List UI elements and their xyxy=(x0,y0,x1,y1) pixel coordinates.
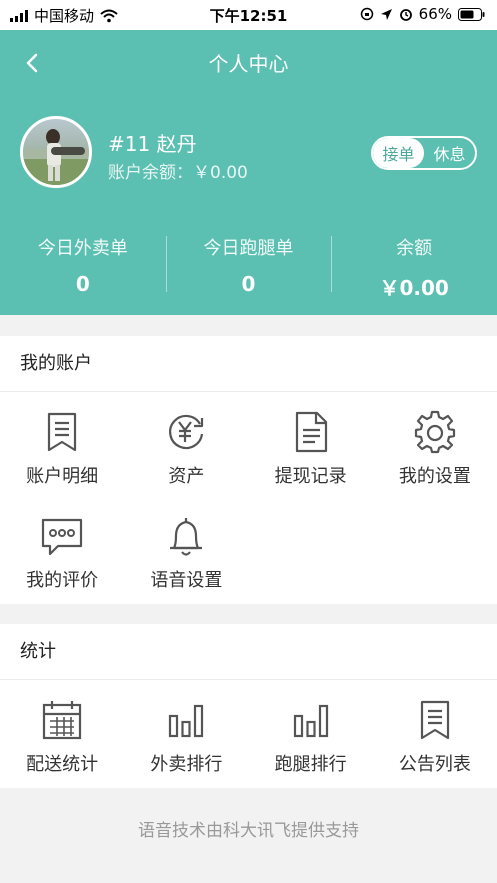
item-label: 语音设置 xyxy=(150,570,223,591)
assets-button[interactable]: 资产 xyxy=(124,392,248,496)
footer-note: 语音技术由科大讯飞提供支持 xyxy=(138,821,359,841)
stat-label: 今日跑腿单 xyxy=(203,238,294,259)
status-bar: 中国移动 下午12:51 66% xyxy=(0,0,497,30)
my-reviews-button[interactable]: 我的评价 xyxy=(0,496,124,600)
item-label: 我的设置 xyxy=(398,466,471,487)
statistics-section: 统计 配送统计 外卖排行 跑腿排行 公告列表 xyxy=(0,624,497,788)
bell-icon xyxy=(170,518,203,556)
toggle-accept-orders[interactable]: 接单 xyxy=(373,138,424,168)
document-icon xyxy=(295,411,327,453)
gear-icon xyxy=(414,410,455,454)
section-title: 统计 xyxy=(0,624,497,680)
status-right: 66% xyxy=(360,5,485,23)
withdrawal-records-button[interactable]: 提现记录 xyxy=(249,392,373,496)
stat-value: 0 xyxy=(75,272,90,296)
item-label: 配送统计 xyxy=(26,754,99,775)
user-name: #11 赵丹 xyxy=(108,132,197,156)
stat-takeout-today[interactable]: 今日外卖单 0 xyxy=(0,228,166,298)
item-label: 资产 xyxy=(168,466,205,487)
calendar-icon xyxy=(43,701,82,740)
bar-chart-icon xyxy=(293,704,328,738)
bookmark-list-icon xyxy=(420,700,449,740)
my-settings-button[interactable]: 我的设置 xyxy=(373,392,497,496)
rotation-lock-icon xyxy=(360,7,373,21)
battery-label: 66% xyxy=(418,5,452,23)
avatar-image xyxy=(23,129,89,185)
stat-value: 0 xyxy=(241,272,256,296)
yuan-refresh-icon xyxy=(169,414,204,450)
account-details-button[interactable]: 账户明细 xyxy=(0,392,124,496)
item-label: 公告列表 xyxy=(398,754,471,775)
profile-header: 个人中心 #11 赵丹 账户余额：￥0.00 接单 休息 今日外卖单 0 今日跑… xyxy=(0,30,497,315)
item-label: 外卖排行 xyxy=(150,754,223,775)
work-status-toggle[interactable]: 接单 休息 xyxy=(371,136,477,170)
item-label: 账户明细 xyxy=(26,466,99,487)
announcement-list-button[interactable]: 公告列表 xyxy=(373,680,497,784)
my-account-section: 我的账户 账户明细 资产 提现记录 我的设置 我的评价 语音设置 xyxy=(0,336,497,604)
bookmark-list-icon xyxy=(48,412,77,452)
bar-chart-icon xyxy=(169,704,204,738)
toggle-rest[interactable]: 休息 xyxy=(424,138,475,168)
errand-ranking-button[interactable]: 跑腿排行 xyxy=(249,680,373,784)
avatar[interactable] xyxy=(20,116,92,188)
user-balance: 账户余额：￥0.00 xyxy=(108,163,248,183)
stats-row: 今日外卖单 0 今日跑腿单 0 余额 ￥0.00 xyxy=(0,228,497,300)
stat-label: 今日外卖单 xyxy=(37,238,128,259)
item-label: 提现记录 xyxy=(274,466,347,487)
location-icon xyxy=(380,8,392,20)
delivery-statistics-button[interactable]: 配送统计 xyxy=(0,680,124,784)
battery-icon xyxy=(458,7,485,21)
statistics-grid: 配送统计 外卖排行 跑腿排行 公告列表 xyxy=(0,680,497,784)
stat-errand-today[interactable]: 今日跑腿单 0 xyxy=(165,228,332,298)
item-label: 我的评价 xyxy=(26,570,99,591)
voice-settings-button[interactable]: 语音设置 xyxy=(124,496,248,600)
stat-value: ￥0.00 xyxy=(379,276,449,300)
page-title: 个人中心 xyxy=(208,52,289,76)
takeout-ranking-button[interactable]: 外卖排行 xyxy=(124,680,248,784)
section-title: 我的账户 xyxy=(0,336,497,392)
comment-icon xyxy=(42,518,83,556)
stat-balance[interactable]: 余额 ￥0.00 xyxy=(331,228,497,300)
account-grid: 账户明细 资产 提现记录 我的设置 我的评价 语音设置 xyxy=(0,392,497,600)
stat-label: 余额 xyxy=(396,238,433,259)
item-label: 跑腿排行 xyxy=(274,754,347,775)
alarm-icon xyxy=(399,9,412,21)
